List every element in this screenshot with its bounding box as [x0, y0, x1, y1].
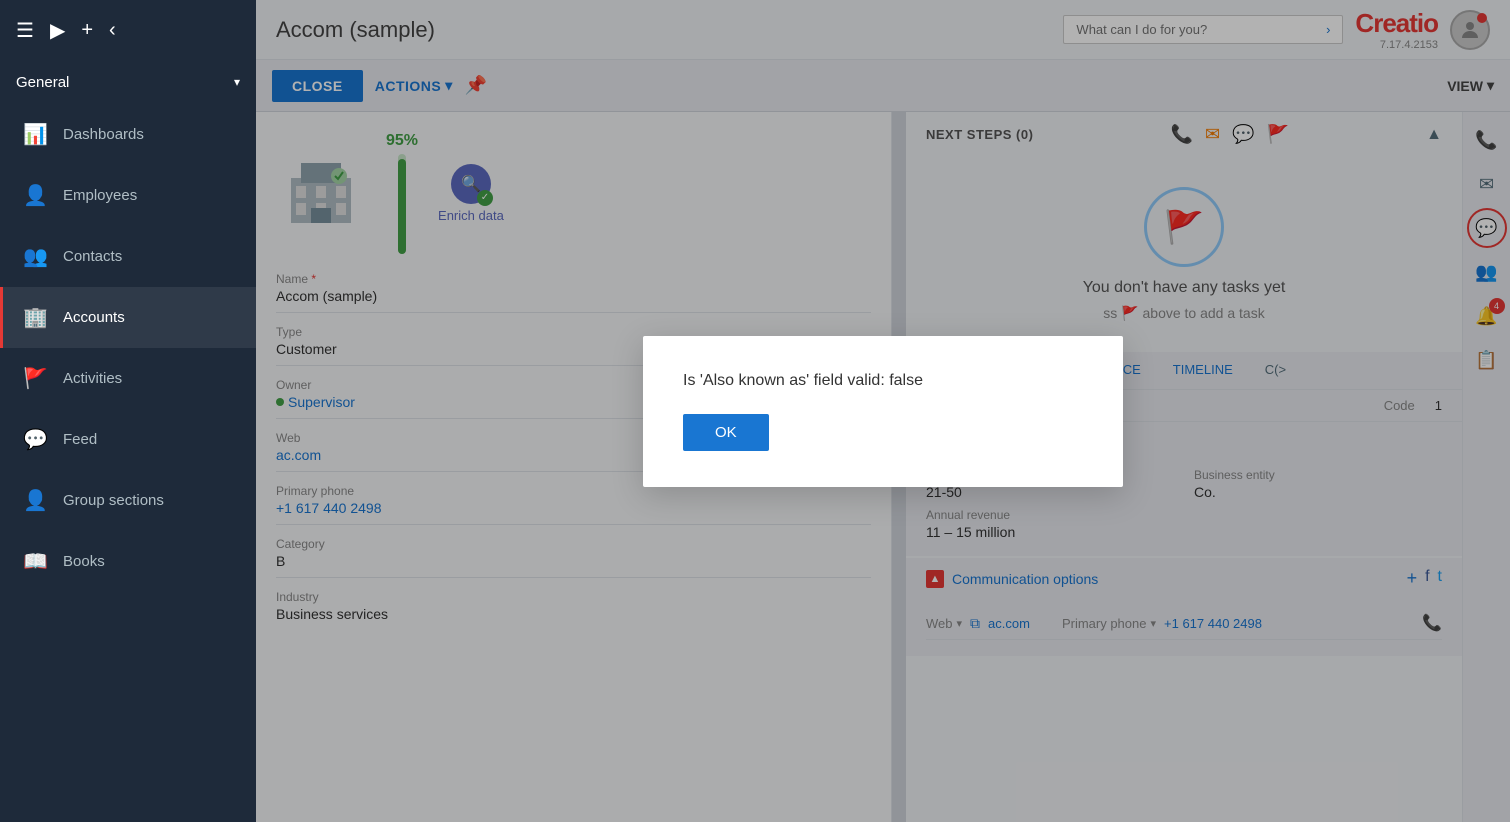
dialog-message: Is 'Also known as' field valid: false — [683, 372, 1083, 390]
sidebar-item-label: Activities — [63, 370, 122, 387]
sidebar-item-employees[interactable]: 👤 Employees — [0, 165, 256, 226]
sidebar-item-label: Employees — [63, 187, 137, 204]
sidebar-item-label: Group sections — [63, 492, 164, 509]
sidebar-item-label: Contacts — [63, 248, 122, 265]
sidebar-item-label: Dashboards — [63, 126, 144, 143]
sidebar-general-label: General — [16, 74, 69, 91]
hamburger-icon[interactable]: ☰ — [16, 18, 34, 43]
feed-icon: 💬 — [23, 427, 47, 452]
sidebar-item-activities[interactable]: 🚩 Activities — [0, 348, 256, 409]
sidebar-nav: 📊 Dashboards 👤 Employees 👥 Contacts 🏢 Ac… — [0, 104, 256, 822]
content-area: 95% 🔍 ✓ Enrich data Name — [256, 112, 1510, 822]
group-sections-icon: 👤 — [23, 488, 47, 513]
sidebar-general[interactable]: General ▾ — [0, 60, 256, 104]
sidebar-item-contacts[interactable]: 👥 Contacts — [0, 226, 256, 287]
dialog-actions: OK — [683, 414, 1083, 451]
main-content: Accom (sample) › Creatio 7.17.4.2153 CLO… — [256, 0, 1510, 822]
sidebar-header: ☰ ▶ + ‹ — [0, 0, 256, 60]
sidebar-item-accounts[interactable]: 🏢 Accounts — [0, 287, 256, 348]
dashboards-icon: 📊 — [23, 122, 47, 147]
sidebar: ☰ ▶ + ‹ General ▾ 📊 Dashboards 👤 Employe… — [0, 0, 256, 822]
sidebar-item-label: Feed — [63, 431, 97, 448]
plus-icon[interactable]: + — [81, 19, 93, 42]
sidebar-item-feed[interactable]: 💬 Feed — [0, 409, 256, 470]
dialog-ok-button[interactable]: OK — [683, 414, 769, 451]
dialog-overlay: Is 'Also known as' field valid: false OK — [256, 112, 1510, 822]
play-icon[interactable]: ▶ — [50, 18, 65, 43]
accounts-icon: 🏢 — [23, 305, 47, 330]
books-icon: 📖 — [23, 549, 47, 574]
contacts-icon: 👥 — [23, 244, 47, 269]
activities-icon: 🚩 — [23, 366, 47, 391]
sidebar-item-group-sections[interactable]: 👤 Group sections — [0, 470, 256, 531]
sidebar-general-chevron: ▾ — [234, 75, 240, 89]
dialog-box: Is 'Also known as' field valid: false OK — [643, 336, 1123, 487]
employees-icon: 👤 — [23, 183, 47, 208]
back-icon[interactable]: ‹ — [109, 19, 116, 42]
sidebar-item-label: Accounts — [63, 309, 125, 326]
sidebar-item-dashboards[interactable]: 📊 Dashboards — [0, 104, 256, 165]
sidebar-item-label: Books — [63, 553, 105, 570]
sidebar-item-books[interactable]: 📖 Books — [0, 531, 256, 592]
